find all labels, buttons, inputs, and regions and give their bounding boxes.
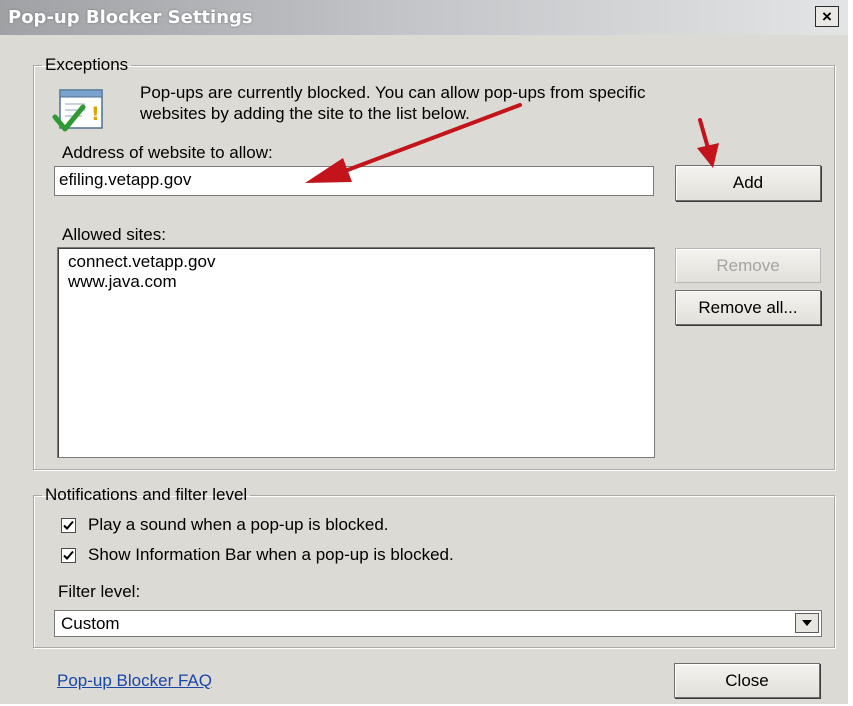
- notifications-legend: Notifications and filter level: [45, 485, 248, 504]
- allowed-site-item[interactable]: www.java.com: [68, 272, 644, 292]
- info-text: Pop-ups are currently blocked. You can a…: [140, 82, 646, 124]
- filter-level-value: Custom: [61, 614, 120, 633]
- address-label: Address of website to allow:: [62, 143, 273, 162]
- play-sound-label: Play a sound when a pop-up is blocked.: [88, 515, 389, 534]
- info-bar-label: Show Information Bar when a pop-up is bl…: [88, 545, 454, 564]
- filter-level-select[interactable]: Custom: [54, 610, 822, 637]
- window-title: Pop-up Blocker Settings: [8, 7, 253, 28]
- info-text-line-2: websites by adding the site to the list …: [140, 104, 470, 123]
- add-button[interactable]: Add: [675, 165, 821, 201]
- checkmark-icon: [63, 520, 74, 530]
- faq-link[interactable]: Pop-up Blocker FAQ: [57, 671, 212, 691]
- address-input[interactable]: efiling.vetapp.gov: [54, 166, 654, 196]
- notepad-checkmark-warning-icon: !: [52, 87, 114, 142]
- play-sound-option[interactable]: Play a sound when a pop-up is blocked.: [61, 515, 389, 535]
- info-text-line-1: Pop-ups are currently blocked. You can a…: [140, 83, 646, 102]
- allowed-sites-label: Allowed sites:: [62, 225, 166, 244]
- info-bar-option[interactable]: Show Information Bar when a pop-up is bl…: [61, 545, 454, 565]
- allowed-site-item[interactable]: connect.vetapp.gov: [68, 252, 644, 272]
- dropdown-arrow-icon[interactable]: [795, 613, 819, 633]
- window-close-icon[interactable]: ×: [815, 6, 839, 27]
- title-bar[interactable]: Pop-up Blocker Settings ×: [0, 0, 848, 35]
- remove-button[interactable]: Remove: [675, 248, 821, 283]
- exceptions-legend: Exceptions: [45, 55, 129, 74]
- popup-blocker-dialog: Pop-up Blocker Settings × Exceptions ! P…: [0, 0, 848, 704]
- svg-text:!: !: [91, 103, 100, 125]
- close-button[interactable]: Close: [674, 663, 820, 698]
- play-sound-checkbox[interactable]: [61, 517, 76, 533]
- allowed-sites-list[interactable]: connect.vetapp.gov www.java.com: [57, 247, 655, 458]
- checkmark-icon: [63, 550, 74, 560]
- info-bar-checkbox[interactable]: [61, 547, 76, 563]
- filter-level-label: Filter level:: [58, 582, 141, 601]
- remove-all-button[interactable]: Remove all...: [675, 290, 821, 325]
